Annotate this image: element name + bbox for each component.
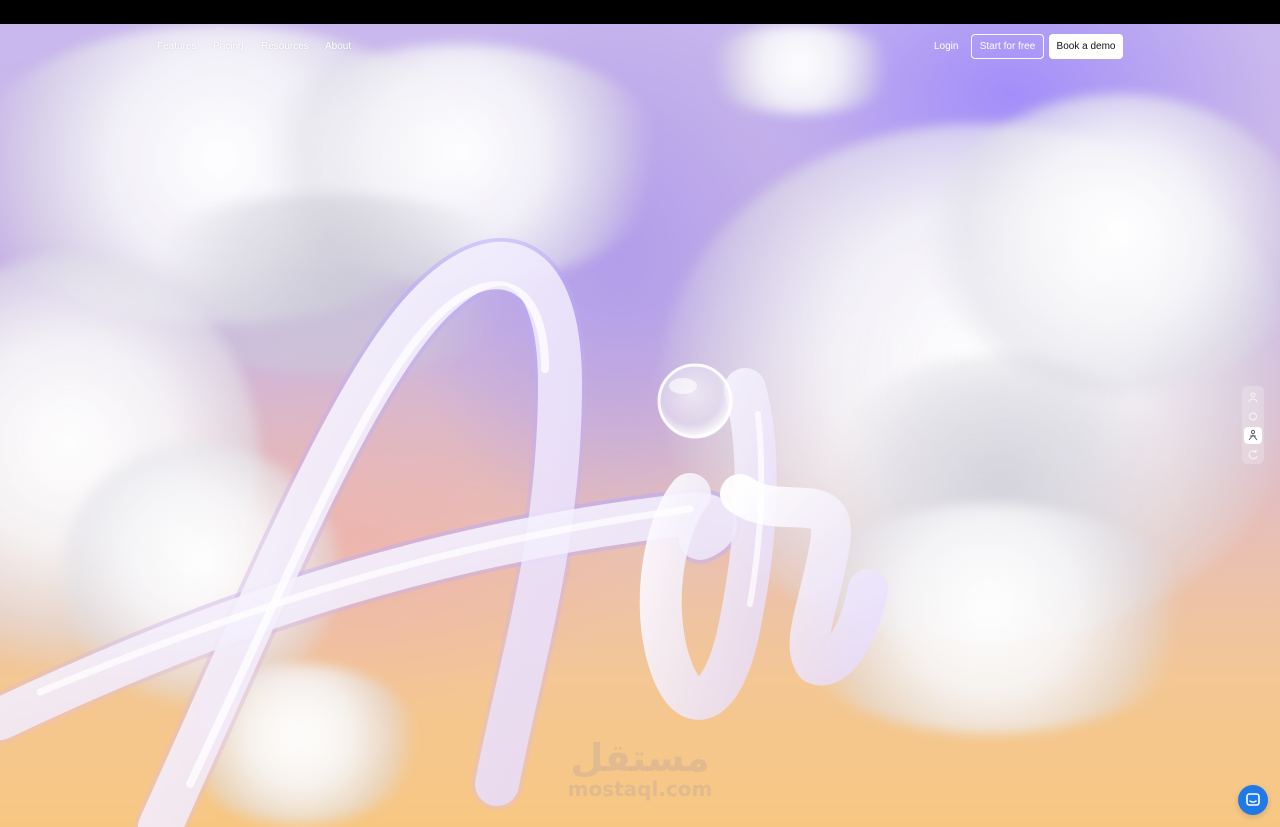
refresh-icon[interactable]: [1244, 446, 1262, 463]
top-black-bar: [0, 0, 1280, 24]
air-lettering-art: [0, 238, 888, 827]
figure-icon[interactable]: [1244, 427, 1262, 444]
start-for-free-button[interactable]: Start for free: [971, 34, 1044, 59]
watermark-arabic: مستقل: [570, 736, 710, 780]
nav-link-resources[interactable]: Resources: [261, 41, 309, 52]
book-a-demo-button[interactable]: Book a demo: [1049, 34, 1123, 59]
nav-link-pricing[interactable]: Pricing: [213, 41, 244, 52]
circle-icon[interactable]: [1244, 408, 1262, 425]
top-navigation: Features Pricing Resources About Login S…: [0, 24, 1280, 70]
login-link[interactable]: Login: [934, 41, 958, 52]
person-icon[interactable]: [1244, 389, 1262, 406]
nav-link-features[interactable]: Features: [157, 41, 196, 52]
scene-switcher: [1242, 386, 1264, 464]
chat-widget-button[interactable]: [1238, 785, 1268, 815]
nav-link-about[interactable]: About: [325, 41, 351, 52]
hero-section: [0, 24, 1280, 827]
watermark: مستقل mostaql.com: [560, 736, 720, 800]
chat-bubble-icon: [1246, 793, 1260, 806]
watermark-latin: mostaql.com: [567, 777, 713, 801]
